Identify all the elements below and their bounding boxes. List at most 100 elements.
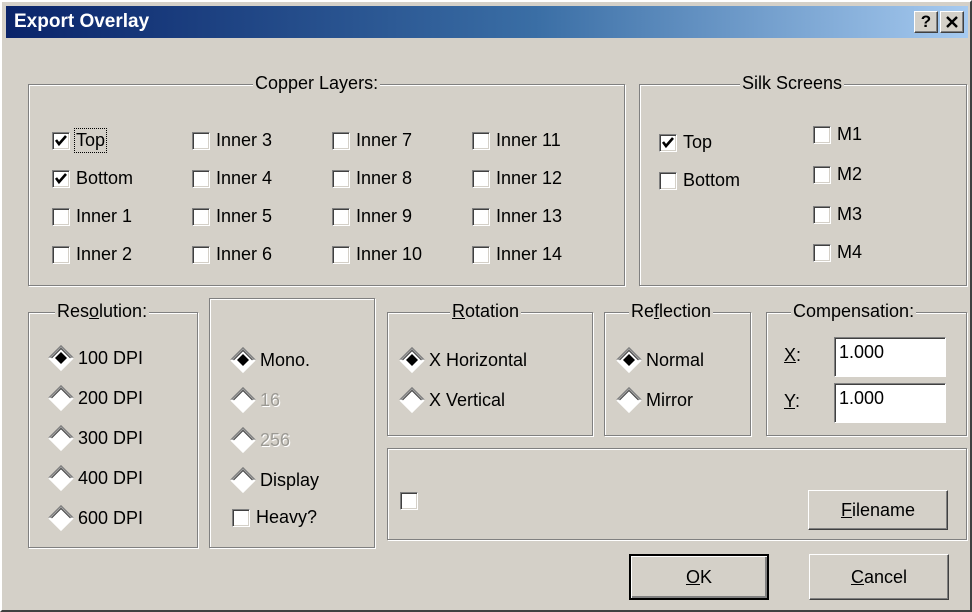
silk-screen-m2[interactable]: M2 (813, 164, 862, 185)
copper-layer-inner-11[interactable]: Inner 11 (472, 130, 561, 151)
silk-screen-bottom-box[interactable] (659, 171, 677, 190)
copper-layer-inner-6[interactable]: Inner 6 (192, 244, 272, 265)
reflection-group: Reflection (604, 301, 751, 436)
filename-button[interactable]: Filename (808, 490, 948, 530)
heavy-checkbox-box[interactable] (232, 508, 250, 527)
silk-screen-m2-box[interactable] (813, 165, 831, 184)
copper-layer-inner-1-box[interactable] (52, 207, 70, 226)
help-button[interactable]: ? (914, 11, 938, 33)
silk-screen-top-label: Top (683, 132, 713, 152)
rotation-x-vertical[interactable]: X Vertical (399, 387, 505, 413)
copper-layer-inner-6-label: Inner 6 (216, 244, 273, 264)
resolution-300-dpi[interactable]: 300 DPI (48, 425, 143, 451)
radio-diamond-icon (48, 465, 74, 491)
reflection-normal[interactable]: Normal (616, 347, 704, 373)
silk-screen-bottom[interactable]: Bottom (659, 170, 740, 191)
copper-layer-inner-9[interactable]: Inner 9 (332, 206, 412, 227)
copper-layer-inner-9-label: Inner 9 (356, 206, 413, 226)
reflection-mirror[interactable]: Mirror (616, 387, 693, 413)
silk-screen-m1-box[interactable] (813, 125, 831, 144)
color-depth-display[interactable]: Display (230, 467, 319, 493)
checkmark-icon (54, 134, 67, 146)
copper-layer-inner-11-box[interactable] (472, 131, 490, 150)
copper-layer-inner-10-label: Inner 10 (356, 244, 423, 264)
copper-layer-inner-7-box[interactable] (332, 131, 350, 150)
copper-layer-inner-3-box[interactable] (192, 131, 210, 150)
color-depth-mono[interactable]: Mono. (230, 347, 310, 373)
copper-layer-inner-7-label: Inner 7 (356, 130, 413, 150)
silk-screen-m3-box[interactable] (813, 205, 831, 224)
copper-layer-bottom[interactable]: Bottom (52, 168, 133, 189)
copper-layer-inner-5[interactable]: Inner 5 (192, 206, 272, 227)
copper-layer-inner-10-box[interactable] (332, 245, 350, 264)
copper-layer-inner-5-box[interactable] (192, 207, 210, 226)
copper-layer-inner-2[interactable]: Inner 2 (52, 244, 132, 265)
copper-layer-inner-13-box[interactable] (472, 207, 490, 226)
radio-diamond-icon (616, 387, 642, 413)
x-compensation-input[interactable]: 1.000 (834, 337, 946, 377)
copper-layer-top[interactable]: Top (52, 128, 108, 153)
copper-layer-inner-9-box[interactable] (332, 207, 350, 226)
copper-layers-legend: Copper Layers: (253, 73, 381, 94)
resolution-100-dpi-label: 100 DPI (78, 347, 144, 368)
copper-layer-inner-1[interactable]: Inner 1 (52, 206, 132, 227)
silk-screen-top-box[interactable] (659, 133, 677, 152)
title-bar[interactable]: Export Overlay ? (6, 6, 968, 38)
copper-layer-inner-4-label: Inner 4 (216, 168, 273, 188)
resolution-200-dpi-label: 200 DPI (78, 387, 144, 408)
copper-layer-inner-3-label: Inner 3 (216, 130, 273, 150)
resolution-100-dpi[interactable]: 100 DPI (48, 345, 143, 371)
copper-layer-inner-4[interactable]: Inner 4 (192, 168, 272, 189)
copper-layer-inner-12[interactable]: Inner 12 (472, 168, 562, 189)
checkmark-icon (54, 172, 67, 184)
heavy-label: Heavy? (256, 507, 318, 527)
copper-layer-inner-7[interactable]: Inner 7 (332, 130, 412, 151)
file-checkbox-box[interactable] (400, 492, 418, 510)
rotation-group: Rotation (387, 301, 593, 436)
radio-diamond-icon (230, 467, 256, 493)
ok-button[interactable]: OK (629, 554, 769, 600)
color-depth-mono-label: Mono. (260, 349, 311, 370)
resolution-600-dpi[interactable]: 600 DPI (48, 505, 143, 531)
copper-layer-inner-4-box[interactable] (192, 169, 210, 188)
silk-screen-m3[interactable]: M3 (813, 204, 862, 225)
radio-diamond-icon (230, 387, 256, 413)
silk-screen-top[interactable]: Top (659, 132, 712, 153)
copper-layer-top-box[interactable] (52, 131, 70, 150)
copper-layer-inner-3[interactable]: Inner 3 (192, 130, 272, 151)
y-compensation-input[interactable]: 1.000 (834, 383, 946, 423)
copper-layer-inner-13[interactable]: Inner 13 (472, 206, 562, 227)
silk-screen-m4-box[interactable] (813, 243, 831, 262)
copper-layer-inner-12-box[interactable] (472, 169, 490, 188)
resolution-400-dpi[interactable]: 400 DPI (48, 465, 143, 491)
silk-screen-m4[interactable]: M4 (813, 242, 862, 263)
silk-screen-bottom-label: Bottom (683, 170, 741, 190)
copper-layer-bottom-box[interactable] (52, 169, 70, 188)
copper-layer-inner-10[interactable]: Inner 10 (332, 244, 422, 265)
reflection-mirror-label: Mirror (646, 389, 693, 410)
resolution-300-dpi-label: 300 DPI (78, 427, 144, 448)
copper-layer-inner-14-box[interactable] (472, 245, 490, 264)
copper-layer-inner-8-box[interactable] (332, 169, 350, 188)
copper-layer-inner-8[interactable]: Inner 8 (332, 168, 412, 189)
silk-screen-m1[interactable]: M1 (813, 124, 862, 145)
cancel-button[interactable]: Cancel (809, 554, 949, 600)
copper-layer-bottom-label: Bottom (76, 168, 134, 188)
resolution-200-dpi[interactable]: 200 DPI (48, 385, 143, 411)
dialog-window: Export Overlay ? Copper Layers: Silk Scr… (0, 0, 972, 612)
x-label: X: (784, 345, 802, 365)
copper-layer-inner-6-box[interactable] (192, 245, 210, 264)
rotation-x-horizontal[interactable]: X Horizontal (399, 347, 527, 373)
copper-layer-inner-2-box[interactable] (52, 245, 70, 264)
heavy-checkbox[interactable]: Heavy? (232, 507, 317, 528)
silk-screens-legend: Silk Screens (740, 73, 845, 94)
radio-diamond-icon (399, 347, 425, 373)
copper-layer-inner-14[interactable]: Inner 14 (472, 244, 562, 265)
close-button[interactable] (940, 11, 964, 33)
file-checkbox[interactable] (400, 492, 424, 510)
copper-layer-inner-1-label: Inner 1 (76, 206, 133, 226)
radio-diamond-icon (616, 347, 642, 373)
reflection-legend: Reflection (629, 301, 714, 322)
copper-layer-top-label: Top (73, 128, 108, 153)
copper-layer-inner-5-label: Inner 5 (216, 206, 273, 226)
